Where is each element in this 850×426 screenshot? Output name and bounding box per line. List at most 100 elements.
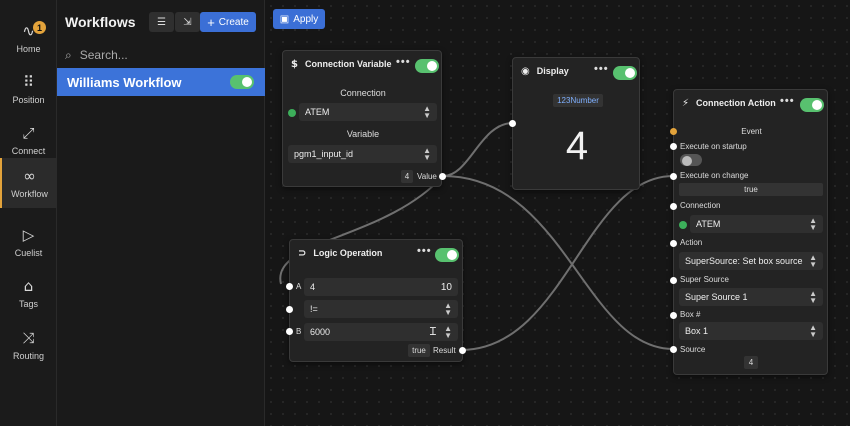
connection-input-port[interactable] xyxy=(670,203,677,210)
connection-action-node[interactable]: ⚡ Connection Action ••• Event Execute on… xyxy=(670,89,828,375)
input-a-port[interactable] xyxy=(286,283,293,290)
execute-startup-toggle[interactable] xyxy=(680,154,702,166)
node-menu-icon[interactable]: ••• xyxy=(396,56,411,68)
plus-icon: + xyxy=(207,14,215,30)
notification-badge: 1 xyxy=(33,21,46,34)
value-output-label: Value xyxy=(417,172,437,181)
connection-label: Connection xyxy=(680,201,721,210)
super-source-select[interactable]: Super Source 1 ▲ ▼ xyxy=(679,288,823,306)
super-source-port[interactable] xyxy=(670,277,677,284)
select-caret-icon: ▲ ▼ xyxy=(423,104,431,120)
node-menu-icon[interactable]: ••• xyxy=(417,245,432,257)
select-caret-icon: ▲ ▼ xyxy=(809,216,817,232)
connection-select[interactable]: ATEM ▲ ▼ xyxy=(299,103,437,121)
box-label: Box # xyxy=(680,310,701,319)
connect-icon: ⤢ xyxy=(22,123,35,142)
stepper-icon[interactable]: ▲ ▼ xyxy=(444,325,452,340)
connection-variable-node[interactable]: $ Connection Variable ••• Connection ATE… xyxy=(282,50,446,187)
play-icon: ▷ xyxy=(22,225,35,244)
dollar-icon: $ xyxy=(291,58,298,70)
value-output-port[interactable] xyxy=(439,173,446,180)
app-window: ∿ Home 1 ⠿ Position ⤢ Connect ∞ Workflow… xyxy=(0,0,850,426)
type-chip: 123Number xyxy=(553,94,603,107)
nav-position[interactable]: ⠿ Position xyxy=(0,64,57,114)
lightning-icon: ⚡ xyxy=(682,97,690,109)
select-caret-icon: ▲ ▼ xyxy=(809,289,817,305)
search-placeholder: Search... xyxy=(79,48,128,62)
connection-label: Connection xyxy=(340,88,386,98)
grid-icon: ⠿ xyxy=(23,72,34,91)
nav-cuelist[interactable]: ▷ Cuelist xyxy=(0,217,57,267)
super-source-label: Super Source xyxy=(680,275,729,284)
input-a-field[interactable]: 4 10 xyxy=(304,278,458,296)
text-cursor-icon: Ɪ xyxy=(429,326,436,338)
variable-select[interactable]: pgm1_input_id ▲ ▼ xyxy=(288,145,437,163)
node-enabled-toggle[interactable] xyxy=(800,98,824,112)
main-nav: ∿ Home 1 ⠿ Position ⤢ Connect ∞ Workflow… xyxy=(0,0,57,426)
select-caret-icon: ▲ ▼ xyxy=(809,323,817,339)
execute-startup-port[interactable] xyxy=(670,143,677,150)
logic-operation-node[interactable]: ⊃ Logic Operation ••• A 4 10 != ▲ ▼ B 600… xyxy=(286,239,466,362)
node-menu-icon[interactable]: ••• xyxy=(780,95,795,107)
box-select[interactable]: Box 1 ▲ ▼ xyxy=(679,322,823,340)
wire-value-to-display xyxy=(442,122,514,177)
list-view-button[interactable]: ☰ xyxy=(149,12,174,32)
node-menu-icon[interactable]: ••• xyxy=(594,63,609,75)
action-label: Action xyxy=(680,238,703,247)
workflow-list-item[interactable]: Williams Workflow xyxy=(57,68,265,96)
collapse-icon: ⇲ xyxy=(183,16,192,28)
collapse-button[interactable]: ⇲ xyxy=(175,12,200,32)
shuffle-icon: ⤨ xyxy=(22,328,35,347)
input-b-field[interactable]: 6000 Ɪ ▲ ▼ xyxy=(304,323,458,341)
node-enabled-toggle[interactable] xyxy=(415,59,439,73)
execute-change-port[interactable] xyxy=(670,173,677,180)
select-caret-icon: ▲ ▼ xyxy=(809,253,817,269)
nav-tags[interactable]: ⌂ Tags xyxy=(0,268,57,318)
result-chip: true xyxy=(408,344,430,357)
action-input-port[interactable] xyxy=(670,240,677,247)
display-node[interactable]: ◉ Display ••• 123Number 4 xyxy=(509,57,640,190)
action-select[interactable]: SuperSource: Set box source ▲ ▼ xyxy=(679,252,823,270)
source-value: 4 xyxy=(744,356,758,369)
workflow-enabled-toggle[interactable] xyxy=(230,75,254,89)
operator-port[interactable] xyxy=(286,306,293,313)
list-icon: ☰ xyxy=(157,16,166,28)
input-b-label: B xyxy=(296,327,302,336)
input-a-label: A xyxy=(296,282,302,291)
node-enabled-toggle[interactable] xyxy=(435,248,459,262)
connection-select[interactable]: ATEM ▲ ▼ xyxy=(690,215,823,233)
tag-icon: ⌂ xyxy=(23,276,34,295)
execute-startup-label: Execute on startup xyxy=(680,142,747,151)
panel-title: Workflows xyxy=(65,14,136,30)
event-label: Event xyxy=(741,127,762,136)
source-input-port[interactable] xyxy=(670,346,677,353)
result-output-port[interactable] xyxy=(459,347,466,354)
workflows-panel: Workflows ☰ ⇲ + Create ⌕ Search... Willi… xyxy=(57,0,265,426)
workflow-name: Williams Workflow xyxy=(67,74,182,90)
execute-change-value: true xyxy=(679,183,823,196)
result-output-label: Result xyxy=(433,346,456,355)
eye-icon: ◉ xyxy=(521,65,530,77)
execute-change-label: Execute on change xyxy=(680,171,749,180)
display-input-port[interactable] xyxy=(509,120,516,127)
select-caret-icon: ▲ ▼ xyxy=(423,146,431,162)
connection-status-icon xyxy=(679,221,687,229)
workflow-canvas[interactable]: ▣ Apply $ Connection Variable ••• Connec… xyxy=(265,0,850,426)
logic-gate-icon: ⊃ xyxy=(298,247,307,259)
select-caret-icon: ▲ ▼ xyxy=(444,301,452,317)
operator-select[interactable]: != ▲ ▼ xyxy=(304,300,458,318)
search-input[interactable]: ⌕ Search... xyxy=(57,44,265,66)
input-b-port[interactable] xyxy=(286,328,293,335)
node-enabled-toggle[interactable] xyxy=(613,66,637,80)
wire-result-to-execute xyxy=(460,175,674,351)
nav-home[interactable]: ∿ Home 1 xyxy=(0,13,57,63)
create-button[interactable]: + Create xyxy=(200,12,256,32)
source-label: Source xyxy=(680,345,706,354)
nav-routing[interactable]: ⤨ Routing xyxy=(0,320,57,370)
box-input-port[interactable] xyxy=(670,312,677,319)
workflow-icon: ∞ xyxy=(23,166,36,185)
search-icon: ⌕ xyxy=(65,47,72,62)
input-a-hint: 10 xyxy=(440,281,452,293)
nav-workflow[interactable]: ∞ Workflow xyxy=(0,158,57,208)
display-value: 4 xyxy=(565,124,589,168)
